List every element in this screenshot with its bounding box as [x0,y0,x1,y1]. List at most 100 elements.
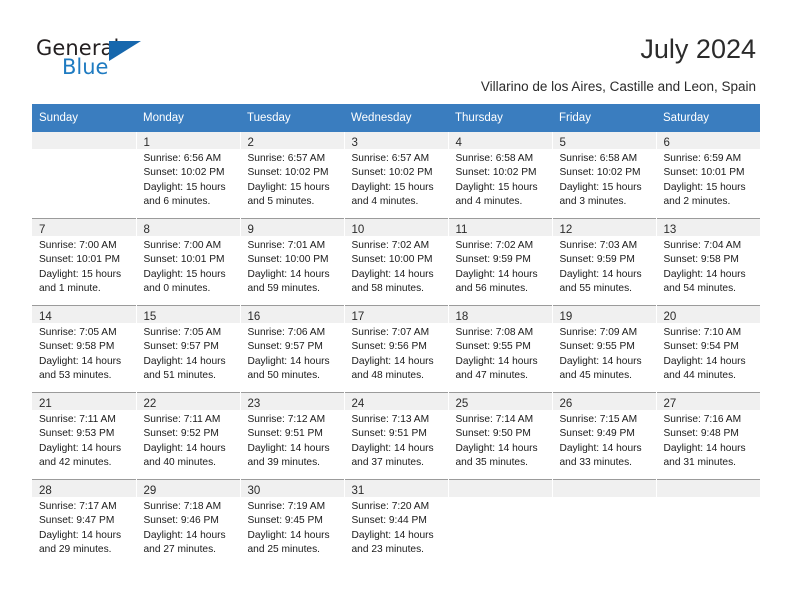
daylight-text-cont: and 53 minutes. [39,370,112,382]
day-details: Sunrise: 7:02 AM Sunset: 10:00 PM Daylight… [345,236,448,297]
daylight-text: Daylight: 15 hours [247,181,330,193]
day-details: Sunrise: 7:00 AM Sunset: 10:01 PM Daylight… [137,236,240,297]
day-number-band: 28 [32,480,136,497]
calendar-day-cell[interactable]: 22 Sunrise: 7:11 AM Sunset: 9:52 PM Dayligh… [136,392,241,480]
daylight-text: Daylight: 14 hours [663,442,746,454]
day-cell-content: 22 Sunrise: 7:11 AM Sunset: 9:52 PM Dayligh… [136,393,240,479]
calendar-day-cell[interactable]: 5 Sunrise: 6:58 AM Sunset: 10:02 PM Dayligh… [552,132,657,219]
calendar-day-cell[interactable]: 6 Sunrise: 6:59 AM Sunset: 10:01 PM Dayligh… [656,132,761,219]
calendar-day-cell[interactable]: 21 Sunrise: 7:11 AM Sunset: 9:53 PM Dayligh… [32,392,137,480]
calendar-day-cell[interactable]: 10 Sunrise: 7:02 AM Sunset: 10:00 PM Daylig… [344,218,449,306]
calendar-day-cell[interactable]: 2 Sunrise: 6:57 AM Sunset: 10:02 PM Dayligh… [240,132,345,219]
calendar-day-cell[interactable]: 24 Sunrise: 7:13 AM Sunset: 9:51 PM Dayligh… [344,392,449,480]
day-number: 22 [143,398,157,410]
logo-triangle-icon [109,41,141,61]
daylight-text: Daylight: 14 hours [559,268,642,280]
weekday-header-tuesday: Tuesday [240,104,344,132]
calendar-day-cell[interactable]: 28 Sunrise: 7:17 AM Sunset: 9:47 PM Dayligh… [32,479,137,566]
daylight-text: Daylight: 14 hours [39,529,122,541]
daylight-text-cont: and 59 minutes. [247,283,321,295]
daylight-text-cont: and 55 minutes. [559,283,633,295]
day-details: Sunrise: 7:10 AM Sunset: 9:54 PM Daylight:… [657,323,760,384]
calendar-day-cell[interactable]: 26 Sunrise: 7:15 AM Sunset: 9:49 PM Dayligh… [552,392,657,480]
daylight-text: Daylight: 14 hours [39,355,122,367]
sunset-text: Sunset: 10:00 PM [247,254,329,266]
daylight-text: Daylight: 15 hours [39,268,122,280]
daylight-text: Daylight: 14 hours [143,529,226,541]
daylight-text: Daylight: 14 hours [455,442,538,454]
day-number-band: 16 [240,306,344,323]
sunrise-text: Sunrise: 7:08 AM [455,327,534,338]
day-details: Sunrise: 7:08 AM Sunset: 9:55 PM Daylight:… [449,323,552,384]
day-details: Sunrise: 7:04 AM Sunset: 9:58 PM Daylight:… [657,236,760,297]
calendar-day-cell[interactable]: 9 Sunrise: 7:01 AM Sunset: 10:00 PM Dayligh… [240,218,345,306]
day-number-band: 30 [240,480,344,497]
calendar-day-cell[interactable]: 27 Sunrise: 7:16 AM Sunset: 9:48 PM Dayligh… [656,392,761,480]
calendar-day-cell[interactable]: 25 Sunrise: 7:14 AM Sunset: 9:50 PM Dayligh… [448,392,553,480]
sunset-text: Sunset: 10:01 PM [663,167,745,179]
day-cell-content: 27 Sunrise: 7:16 AM Sunset: 9:48 PM Dayligh… [656,393,760,479]
day-cell-content: 1 Sunrise: 6:56 AM Sunset: 10:02 PM Dayligh… [136,132,240,218]
day-number: 6 [663,137,670,149]
day-details: Sunrise: 7:06 AM Sunset: 9:57 PM Daylight:… [241,323,344,384]
calendar-day-cell[interactable]: 8 Sunrise: 7:00 AM Sunset: 10:01 PM Dayligh… [136,218,241,306]
sunset-text: Sunset: 9:50 PM [455,428,531,440]
daylight-text: Daylight: 14 hours [351,268,434,280]
calendar-day-cell[interactable]: 19 Sunrise: 7:09 AM Sunset: 9:55 PM Dayligh… [552,305,657,393]
calendar-day-cell[interactable]: 7 Sunrise: 7:00 AM Sunset: 10:01 PM Dayligh… [32,218,137,306]
day-number: 1 [143,137,150,149]
calendar-day-cell[interactable]: 29 Sunrise: 7:18 AM Sunset: 9:46 PM Dayligh… [136,479,241,566]
day-number-band: 7 [32,219,136,236]
sunrise-text: Sunrise: 7:11 AM [143,414,221,425]
calendar-day-cell[interactable]: 3 Sunrise: 6:57 AM Sunset: 10:02 PM Dayligh… [344,132,449,219]
sunset-text: Sunset: 9:49 PM [559,428,635,440]
sunset-text: Sunset: 10:02 PM [351,167,433,179]
sunset-text: Sunset: 9:54 PM [663,341,739,353]
day-cell-content: 24 Sunrise: 7:13 AM Sunset: 9:51 PM Dayligh… [344,393,448,479]
calendar-day-cell[interactable]: 12 Sunrise: 7:03 AM Sunset: 9:59 PM Dayligh… [552,218,657,306]
day-cell-content: 13 Sunrise: 7:04 AM Sunset: 9:58 PM Dayligh… [656,219,760,305]
day-cell-content: 21 Sunrise: 7:11 AM Sunset: 9:53 PM Dayligh… [32,393,136,479]
sunrise-text: Sunrise: 7:19 AM [247,501,326,512]
daylight-text-cont: and 31 minutes. [663,457,737,469]
daylight-text-cont: and 40 minutes. [143,457,217,469]
day-cell-content: 12 Sunrise: 7:03 AM Sunset: 9:59 PM Dayligh… [552,219,656,305]
calendar-day-cell[interactable]: 13 Sunrise: 7:04 AM Sunset: 9:58 PM Dayligh… [656,218,761,306]
weekday-header-wednesday: Wednesday [344,104,448,132]
day-number-band: 2 [240,132,344,149]
daylight-text: Daylight: 14 hours [351,442,434,454]
day-number-band: 20 [656,306,760,323]
day-number: 2 [247,137,254,149]
calendar-day-cell[interactable]: 4 Sunrise: 6:58 AM Sunset: 10:02 PM Dayligh… [448,132,553,219]
day-cell-content: 7 Sunrise: 7:00 AM Sunset: 10:01 PM Dayligh… [32,219,136,305]
calendar-day-cell[interactable]: 15 Sunrise: 7:05 AM Sunset: 9:57 PM Dayligh… [136,305,241,393]
sunrise-text: Sunrise: 7:06 AM [247,327,326,338]
calendar-day-cell[interactable]: 18 Sunrise: 7:08 AM Sunset: 9:55 PM Dayligh… [448,305,553,393]
calendar-day-cell[interactable]: 20 Sunrise: 7:10 AM Sunset: 9:54 PM Dayligh… [656,305,761,393]
calendar-week-row: 1 Sunrise: 6:56 AM Sunset: 10:02 PM Dayligh… [32,132,761,219]
day-details: Sunrise: 6:58 AM Sunset: 10:02 PM Daylight… [449,149,552,210]
calendar-day-cell[interactable]: 17 Sunrise: 7:07 AM Sunset: 9:56 PM Dayligh… [344,305,449,393]
calendar-day-cell[interactable]: 14 Sunrise: 7:05 AM Sunset: 9:58 PM Dayligh… [32,305,137,393]
day-number: 21 [39,398,52,410]
sunset-text: Sunset: 9:46 PM [143,515,219,527]
sunset-text: Sunset: 9:52 PM [143,428,219,440]
calendar-day-cell[interactable]: 30 Sunrise: 7:19 AM Sunset: 9:45 PM Dayligh… [240,479,345,566]
calendar-day-cell[interactable]: 11 Sunrise: 7:02 AM Sunset: 9:59 PM Dayligh… [448,218,553,306]
sunset-text: Sunset: 9:55 PM [559,341,635,353]
day-number-band: 26 [552,393,656,410]
day-number: 20 [663,311,677,323]
calendar-day-cell[interactable]: 1 Sunrise: 6:56 AM Sunset: 10:02 PM Dayligh… [136,132,241,219]
day-details: Sunrise: 7:00 AM Sunset: 10:01 PM Daylight… [32,236,136,297]
day-cell-content: 11 Sunrise: 7:02 AM Sunset: 9:59 PM Dayligh… [448,219,552,305]
day-cell-content: 18 Sunrise: 7:08 AM Sunset: 9:55 PM Dayligh… [448,306,552,392]
calendar-day-cell[interactable]: 31 Sunrise: 7:20 AM Sunset: 9:44 PM Dayligh… [344,479,449,566]
day-cell-content: 17 Sunrise: 7:07 AM Sunset: 9:56 PM Dayligh… [344,306,448,392]
calendar-day-cell-empty [552,479,657,566]
day-cell-content [656,480,760,566]
day-number: 17 [351,311,365,323]
calendar-day-cell[interactable]: 23 Sunrise: 7:12 AM Sunset: 9:51 PM Dayligh… [240,392,345,480]
calendar-day-cell[interactable]: 16 Sunrise: 7:06 AM Sunset: 9:57 PM Dayligh… [240,305,345,393]
day-details: Sunrise: 7:17 AM Sunset: 9:47 PM Daylight:… [32,497,136,558]
calendar-weekday-header: Sunday Monday Tuesday Wednesday Thursday… [32,104,760,132]
